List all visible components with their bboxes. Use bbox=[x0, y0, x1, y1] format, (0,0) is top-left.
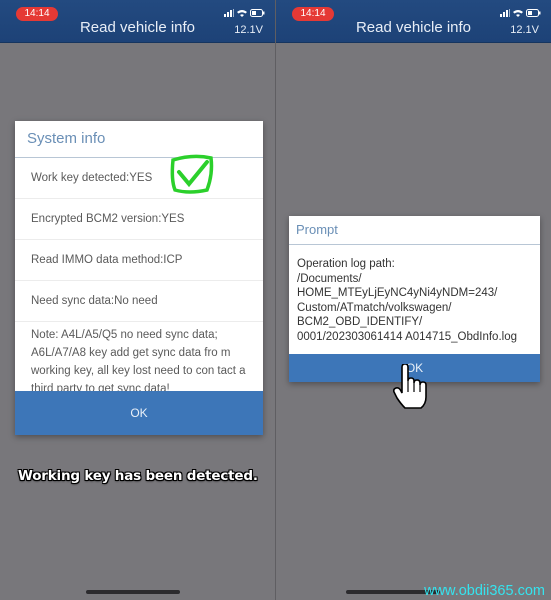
info-row-immo-method: Read IMMO data method:ICP bbox=[15, 240, 263, 281]
signal-icon bbox=[500, 9, 510, 17]
status-icons bbox=[500, 9, 541, 17]
info-row-work-key: Work key detected:YES bbox=[15, 158, 263, 199]
voltage-readout: 12.1V bbox=[234, 24, 263, 36]
info-row-encrypted-bcm2: Encrypted BCM2 version:YES bbox=[15, 199, 263, 240]
voltage-readout: 12.1V bbox=[510, 24, 539, 36]
video-caption: Working key has been detected. bbox=[18, 468, 258, 484]
info-row-sync-data: Need sync data:No need bbox=[15, 281, 263, 322]
app-header: 14:14 Read vehicle info 12.1V bbox=[276, 0, 551, 43]
info-row-label: Read IMMO data method:ICP bbox=[31, 254, 183, 266]
sync-note: Note: A4L/A5/Q5 no need sync data; A6L/A… bbox=[31, 329, 246, 395]
watermark: www.obdii365.com bbox=[424, 583, 545, 599]
wifi-icon bbox=[513, 10, 523, 17]
checkmark-annotation-icon bbox=[170, 154, 214, 194]
home-indicator[interactable] bbox=[86, 590, 180, 594]
log-path-text: Operation log path: /Documents/ HOME_MTE… bbox=[297, 258, 517, 343]
ok-button[interactable]: OK bbox=[15, 391, 263, 435]
battery-icon bbox=[526, 9, 541, 17]
hand-pointer-cursor-icon bbox=[393, 364, 427, 409]
app-header: 14:14 Read vehicle info 12.1V bbox=[0, 0, 275, 43]
dialog-title: System info bbox=[15, 121, 263, 158]
info-row-label: Encrypted BCM2 version:YES bbox=[31, 213, 185, 225]
info-row-label: Work key detected:YES bbox=[31, 172, 153, 184]
signal-icon bbox=[224, 9, 234, 17]
battery-icon bbox=[250, 9, 265, 17]
wifi-icon bbox=[237, 10, 247, 17]
dialog-title: Prompt bbox=[289, 216, 540, 245]
status-icons bbox=[224, 9, 265, 17]
system-info-dialog: System info Work key detected:YES Encryp… bbox=[15, 121, 263, 435]
right-phone-screen: 14:14 Read vehicle info 12.1V Prompt Ope… bbox=[276, 0, 551, 600]
left-phone-screen: 14:14 Read vehicle info 12.1V System inf… bbox=[0, 0, 275, 600]
prompt-dialog: Prompt Operation log path: /Documents/ H… bbox=[289, 216, 540, 382]
info-row-label: Need sync data:No need bbox=[31, 295, 158, 307]
